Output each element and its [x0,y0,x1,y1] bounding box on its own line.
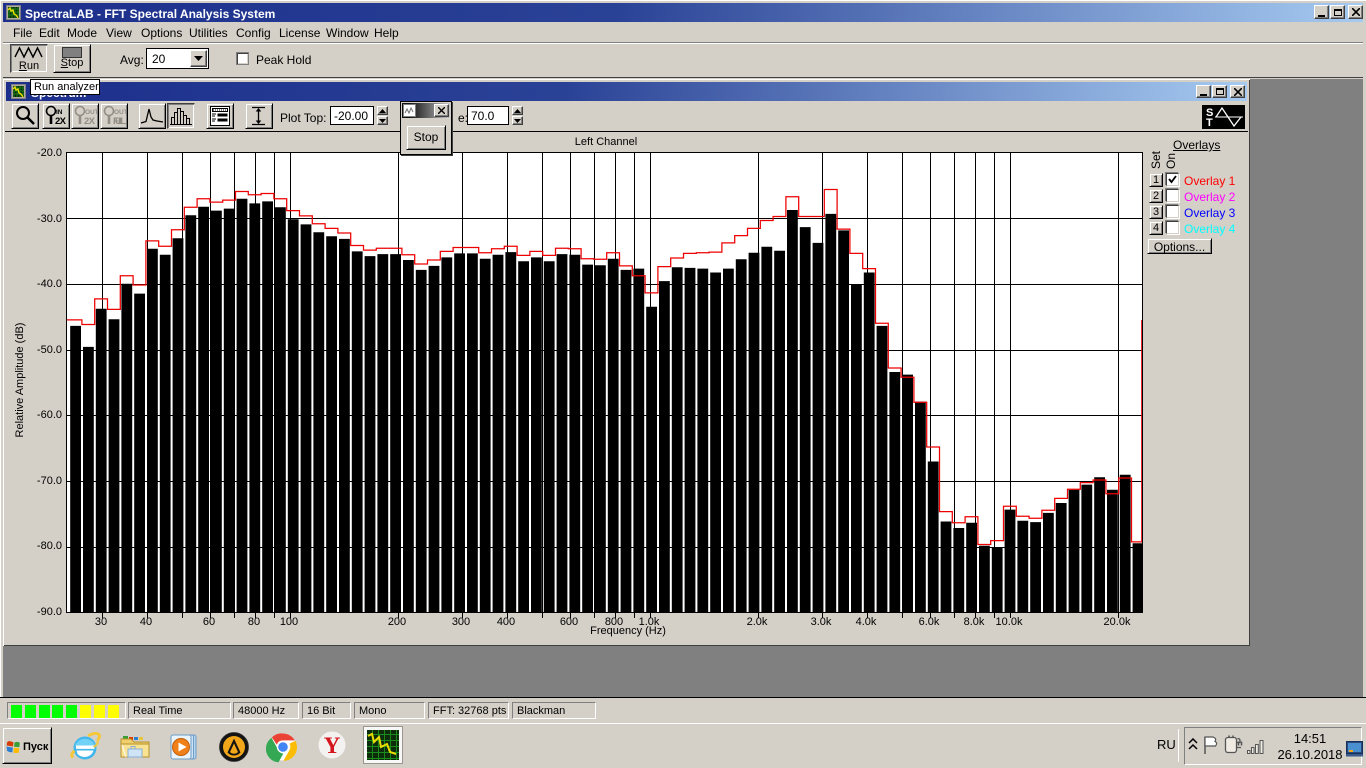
svg-text:Y: Y [324,733,341,758]
svg-text:2X: 2X [84,116,96,127]
svg-text:OUT: OUT [85,109,98,116]
svg-text:FULL: FULL [113,116,126,127]
svg-text:IN: IN [56,109,63,116]
svg-text:OUT: OUT [114,109,127,116]
svg-text:T: T [1206,117,1213,129]
svg-text:2X: 2X [55,116,67,127]
